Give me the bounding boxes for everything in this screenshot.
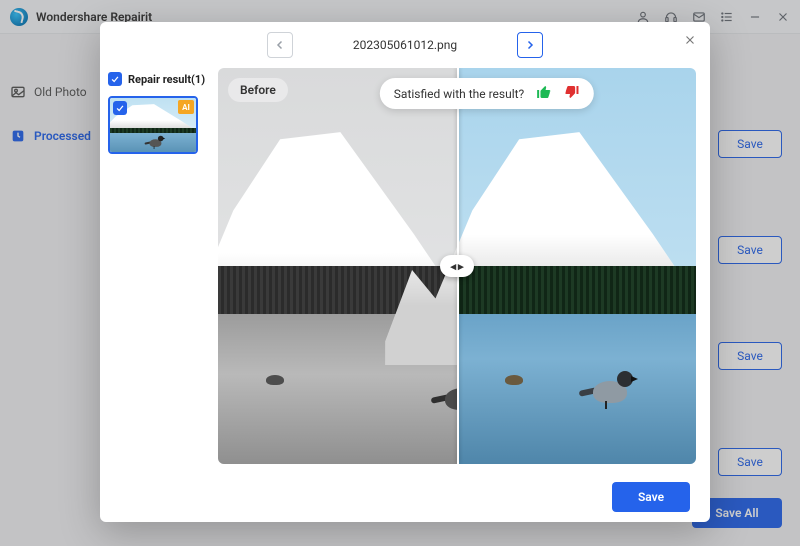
repair-result-header[interactable]: Repair result(1) (108, 72, 208, 86)
filename-label: 202305061012.png (353, 38, 457, 52)
modal-header: 202305061012.png (100, 22, 710, 68)
chevron-left-icon: ◂ (450, 260, 456, 273)
prev-button[interactable] (267, 32, 293, 58)
after-image (457, 68, 696, 464)
compare-slider-handle[interactable]: ◂ ▸ (440, 255, 474, 277)
feedback-label: Satisfied with the result? (394, 87, 524, 101)
modal-close-button[interactable] (680, 30, 700, 50)
thumbs-down-icon[interactable] (564, 84, 580, 103)
modal-footer: Save (100, 472, 710, 522)
before-chip: Before (228, 78, 288, 102)
modal-save-button[interactable]: Save (612, 482, 690, 512)
before-pane (218, 68, 457, 464)
checkbox-icon[interactable] (108, 72, 122, 86)
thumbnail-column: Repair result(1) AI (108, 68, 208, 472)
after-pane (457, 68, 696, 464)
preview-modal: 202305061012.png Repair result(1) AI (100, 22, 710, 522)
thumb-checkbox-icon[interactable] (113, 101, 127, 115)
repair-result-label: Repair result(1) (128, 73, 205, 86)
modal-body: Repair result(1) AI (100, 68, 710, 472)
result-thumbnail[interactable]: AI (108, 96, 198, 154)
ai-badge: AI (178, 100, 194, 114)
chevron-right-icon: ▸ (458, 260, 464, 273)
before-image (218, 68, 457, 464)
before-after-compare[interactable]: ◂ ▸ Before Satisfied with the result? (218, 68, 696, 464)
thumbs-up-icon[interactable] (536, 84, 552, 103)
feedback-bubble: Satisfied with the result? (380, 78, 594, 109)
next-button[interactable] (517, 32, 543, 58)
